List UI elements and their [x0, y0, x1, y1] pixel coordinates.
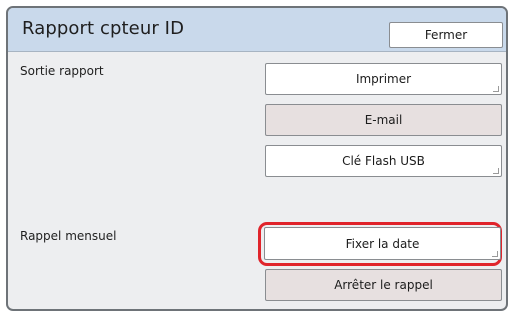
corner-grip-icon	[493, 86, 499, 92]
section-label-report-output: Sortie rapport	[20, 64, 104, 78]
stop-reminder-button[interactable]: Arrêter le rappel	[265, 269, 502, 301]
stop-reminder-button-label: Arrêter le rappel	[334, 278, 433, 292]
usb-flash-button[interactable]: Clé Flash USB	[265, 145, 502, 177]
close-button[interactable]: Fermer	[389, 22, 503, 48]
usb-flash-button-label: Clé Flash USB	[342, 154, 425, 168]
set-date-button[interactable]: Fixer la date	[264, 227, 501, 260]
email-button-label: E-mail	[364, 113, 403, 127]
dialog-frame: Rapport cpteur ID Fermer Sortie rapport …	[6, 6, 508, 311]
dialog-title: Rapport cpteur ID	[22, 18, 185, 39]
corner-grip-icon	[493, 168, 499, 174]
corner-grip-icon	[492, 251, 498, 257]
set-date-button-label: Fixer la date	[345, 236, 420, 251]
print-button-label: Imprimer	[355, 72, 412, 86]
print-button[interactable]: Imprimer	[265, 63, 502, 95]
email-button[interactable]: E-mail	[265, 104, 502, 136]
dialog-header: Rapport cpteur ID Fermer	[8, 8, 506, 52]
section-label-monthly-reminder: Rappel mensuel	[20, 229, 117, 243]
